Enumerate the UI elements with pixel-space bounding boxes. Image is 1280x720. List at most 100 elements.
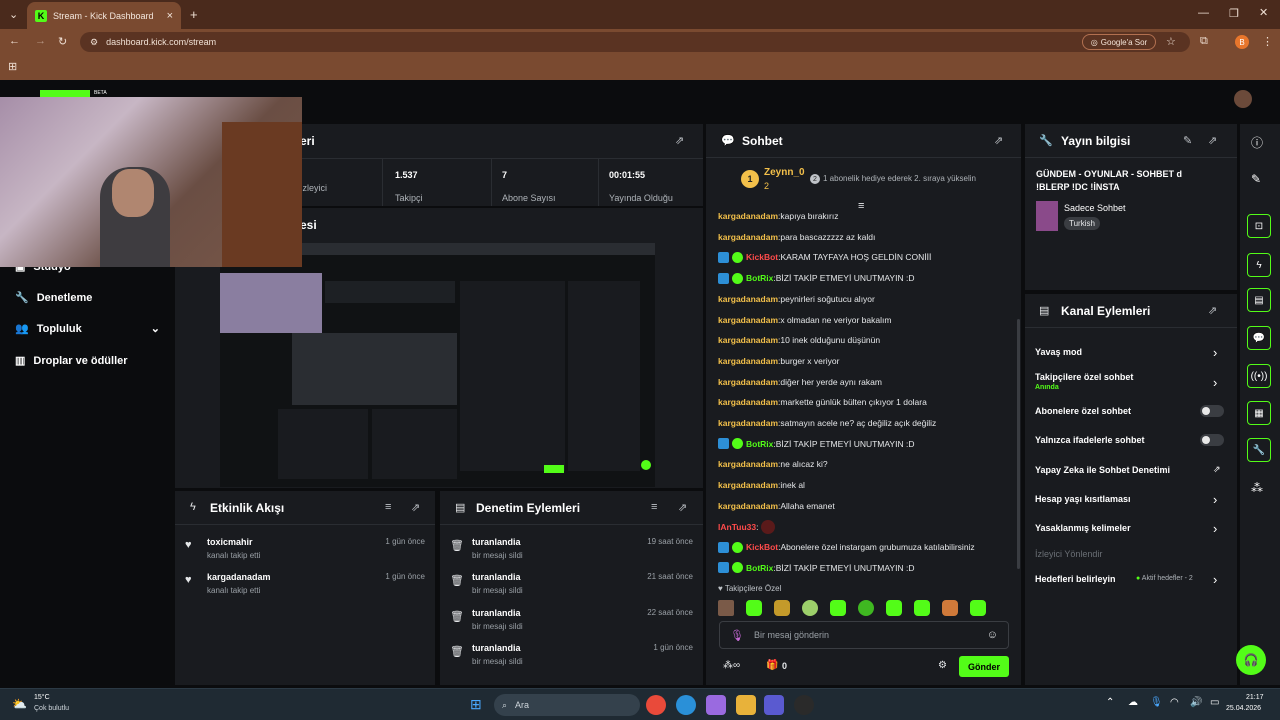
popout-icon[interactable]: ⇗ (994, 134, 1003, 147)
settings-gear-icon[interactable]: ⚙ (938, 660, 947, 671)
clock-time[interactable]: 21:17 (1246, 694, 1264, 701)
chat-message[interactable]: kargadanadam: peynirleri soğutucu alıyor (718, 292, 875, 306)
chat-username[interactable]: kargadanadam (718, 459, 778, 469)
chat-message[interactable]: kargadanadam: kapıya bırakırız (718, 209, 838, 223)
leader-user[interactable]: Zeynn_0 (764, 167, 805, 178)
wrench-button[interactable]: 🔧 (1247, 438, 1271, 462)
banned-words-item[interactable]: Yasaklanmış kelimeler (1035, 523, 1131, 533)
apps-grid-icon[interactable]: ⊞ (8, 60, 17, 73)
reload-icon[interactable]: ↻ (58, 35, 67, 48)
filter-icon[interactable]: ≡ (385, 501, 391, 513)
chat-username[interactable]: kargadanadam (718, 397, 778, 407)
emote[interactable] (802, 600, 818, 616)
send-button[interactable]: Gönder (959, 656, 1009, 677)
chat-username[interactable]: kargadanadam (718, 211, 778, 221)
chat-message[interactable]: kargadanadam: para bascazzzzz az kaldı (718, 230, 875, 244)
popout-icon[interactable]: ⇗ (1208, 134, 1217, 147)
chat-message[interactable]: kargadanadam: burger x veriyor (718, 354, 839, 368)
list-item[interactable]: ♥ toxicmahir kanalı takip etti 1 gün önc… (175, 537, 435, 571)
chat-username[interactable]: kargadanadam (718, 232, 778, 242)
emotes-only-toggle[interactable] (1200, 434, 1224, 446)
chat-username[interactable]: kargadanadam (718, 418, 778, 428)
chat-username[interactable]: kargadanadam (718, 377, 778, 387)
chat-message[interactable]: kargadanadam: 10 inek olduğunu düşünün (718, 333, 880, 347)
chat-username[interactable]: BotRix (746, 563, 773, 573)
chrome-icon[interactable] (646, 695, 666, 715)
site-info-icon[interactable]: ⚙ (90, 37, 98, 48)
edit-pencil-icon[interactable]: ✎ (1251, 172, 1261, 186)
taskbar-search[interactable]: ⌕ Ara (494, 694, 640, 716)
channel-button[interactable]: ▦ (1247, 401, 1271, 425)
info-icon[interactable]: ⓘ (1251, 134, 1263, 151)
chat-message[interactable]: BotRix: BİZİ TAKİP ETMEYİ UNUTMAYIN :D (718, 437, 914, 451)
chat-message[interactable]: kargadanadam: x olmadan ne veriyor bakal… (718, 313, 891, 327)
chat-message[interactable]: kargadanadam: markette günlük bülten çık… (718, 395, 927, 409)
tab-list-icon[interactable]: ⌄ (9, 8, 18, 21)
back-icon[interactable]: ← (9, 35, 20, 47)
ai-moderation-item[interactable]: Yapay Zeka ile Sohbet Denetimi (1035, 465, 1170, 475)
chat-username[interactable]: kargadanadam (718, 294, 778, 304)
mic-icon[interactable]: 🎙 (730, 629, 744, 642)
menu-icon[interactable]: ⋮ (1262, 35, 1273, 48)
chat-username[interactable]: BotRix (746, 439, 773, 449)
chat-message[interactable]: kargadanadam: satmayın acele ne? aç deği… (718, 416, 936, 430)
weather-temp[interactable]: 15°C (34, 694, 50, 701)
nav-community[interactable]: 👥 Topluluk ⌄ (15, 322, 160, 336)
filter-icon[interactable]: ≡ (651, 501, 657, 513)
slow-mode-item[interactable]: Yavaş mod (1035, 347, 1082, 357)
chat-username[interactable]: kargadanadam (718, 501, 778, 511)
close-window-icon[interactable]: ✕ (1259, 6, 1268, 19)
document-button[interactable]: ▤ (1247, 288, 1271, 312)
list-item[interactable]: 🗑 turanlandia bir mesajı sildi 21 saat ö… (440, 572, 703, 606)
emote[interactable] (886, 600, 902, 616)
chat-username[interactable]: KickBot (746, 542, 778, 552)
cloud-icon[interactable]: ☁ (1128, 697, 1138, 708)
emote[interactable] (774, 600, 790, 616)
chat-scrollbar[interactable] (1017, 319, 1020, 569)
emote[interactable] (858, 600, 874, 616)
edge-icon[interactable] (676, 695, 696, 715)
copilot-icon[interactable] (706, 695, 726, 715)
subscribers-only-toggle[interactable] (1200, 405, 1224, 417)
chat-message[interactable]: kargadanadam: Allaha emanet (718, 499, 835, 513)
chevron-right-icon[interactable]: › (1213, 375, 1217, 390)
user-avatar[interactable] (1234, 90, 1252, 108)
points-icon[interactable]: ⁂ (1251, 481, 1263, 495)
list-item[interactable]: 🗑 turanlandia bir mesajı sildi 22 saat ö… (440, 608, 703, 642)
chat-username[interactable]: kargadanadam (718, 480, 778, 490)
chat-message[interactable]: kargadanadam: diğer her yerde aynı rakam (718, 375, 882, 389)
bolt-button[interactable]: ϟ (1247, 253, 1271, 277)
chat-message[interactable]: lAnTuu33: (718, 519, 776, 534)
external-link-icon[interactable]: ⇗ (1213, 464, 1221, 475)
clip-button[interactable]: ⊡ (1247, 214, 1271, 238)
broadcast-button[interactable]: ((•)) (1247, 364, 1271, 388)
app-icon[interactable] (794, 695, 814, 715)
chat-username[interactable]: kargadanadam (718, 335, 778, 345)
chevron-up-icon[interactable]: ⌃ (1106, 697, 1114, 708)
emote[interactable] (718, 600, 734, 616)
wifi-icon[interactable]: ◠ (1170, 697, 1179, 708)
teams-icon[interactable] (764, 695, 784, 715)
chevron-right-icon[interactable]: › (1213, 572, 1217, 587)
chat-username[interactable]: lAnTuu33 (718, 522, 756, 532)
category-name[interactable]: Sadece Sohbet (1064, 203, 1126, 213)
emote[interactable] (830, 600, 846, 616)
chat-username[interactable]: kargadanadam (718, 315, 778, 325)
chat-username[interactable]: kargadanadam (718, 356, 778, 366)
google-sor-button[interactable]: ◎ Google'a Sor (1082, 34, 1156, 50)
popout-icon[interactable]: ⇗ (411, 501, 420, 514)
list-item[interactable]: 🗑 turanlandia bir mesajı sildi 19 saat ö… (440, 537, 703, 571)
nav-moderation[interactable]: 🔧 Denetleme (15, 291, 92, 305)
chevron-right-icon[interactable]: › (1213, 345, 1217, 360)
address-bar[interactable]: ⚙ dashboard.kick.com/stream (80, 32, 1190, 52)
chat-filter-icon[interactable]: ≡ (858, 200, 864, 212)
chat-username[interactable]: KickBot (746, 252, 778, 262)
emote[interactable] (970, 600, 986, 616)
emote[interactable] (942, 600, 958, 616)
chat-input[interactable]: 🎙 Bir mesaj gönderin ☺ (719, 621, 1009, 649)
chat-message[interactable]: BotRix: BİZİ TAKİP ETMEYİ UNUTMAYIN :D (718, 271, 914, 285)
help-headset-button[interactable]: 🎧 (1236, 645, 1266, 675)
chat-message[interactable]: BotRix: BİZİ TAKİP ETMEYİ UNUTMAYIN :D (718, 561, 914, 575)
chat-message[interactable]: KickBot: Abonelere özel instargam grubum… (718, 540, 975, 554)
stream-preview-video[interactable] (220, 243, 655, 487)
